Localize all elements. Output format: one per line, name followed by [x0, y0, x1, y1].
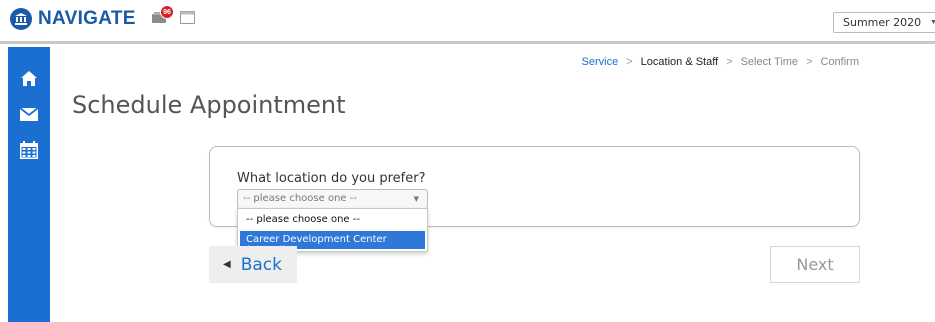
breadcrumb-step-select-time: Select Time — [740, 56, 799, 68]
location-select[interactable]: -- please choose one -- ▼ — [237, 189, 428, 209]
breadcrumb-step-location-staff: Location & Staff — [640, 56, 719, 68]
location-question-label: What location do you prefer? — [237, 171, 426, 186]
home-icon — [21, 70, 37, 86]
mail-icon — [20, 107, 38, 121]
notification-count-badge[interactable]: 96 — [160, 5, 174, 19]
chevron-down-icon: ▼ — [413, 195, 419, 203]
breadcrumb-step-confirm: Confirm — [820, 56, 859, 68]
page-title: Schedule Appointment — [72, 91, 346, 119]
breadcrumb-step-service[interactable]: Service — [582, 56, 619, 68]
institution-icon — [10, 8, 32, 30]
sidebar-item-mail[interactable] — [8, 97, 50, 131]
chevron-down-icon: ▼ — [930, 19, 935, 26]
back-button-label: Back — [240, 254, 282, 275]
calendar-icon — [20, 141, 38, 159]
app-name: NAVIGATE — [38, 8, 136, 29]
breadcrumb-separator: > — [726, 56, 733, 68]
breadcrumb-separator: > — [806, 56, 813, 68]
left-sidebar — [8, 47, 50, 322]
sidebar-item-calendar[interactable] — [8, 133, 50, 167]
sidebar-item-home[interactable] — [8, 61, 50, 95]
top-bar: NAVIGATE 96 Summer 2020 ▼ — [0, 0, 935, 44]
term-select[interactable]: Summer 2020 — [833, 12, 935, 33]
next-button[interactable]: Next — [770, 246, 860, 283]
back-button[interactable]: ◀ Back — [209, 246, 297, 283]
breadcrumb-separator: > — [626, 56, 633, 68]
window-icon[interactable] — [180, 11, 195, 24]
navigate-logo[interactable]: NAVIGATE — [10, 8, 136, 30]
breadcrumb: Service > Location & Staff > Select Time… — [582, 56, 859, 68]
location-select-value: -- please choose one -- — [243, 193, 357, 204]
caret-left-icon: ◀ — [223, 259, 231, 270]
dropdown-option-placeholder[interactable]: -- please choose one -- — [240, 211, 425, 229]
